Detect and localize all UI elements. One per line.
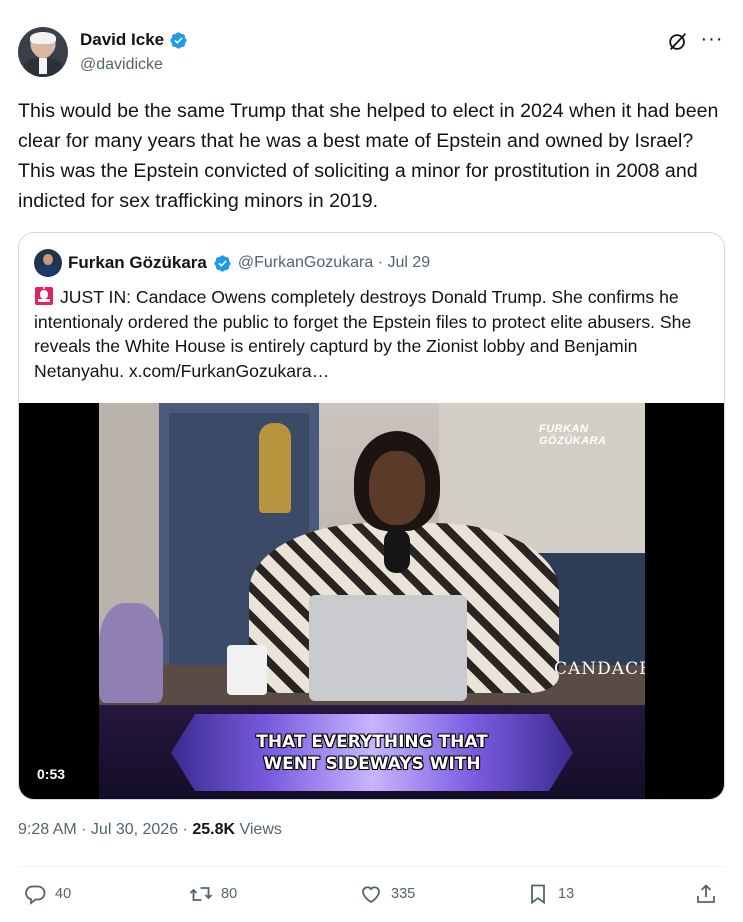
bookmark-icon (531, 884, 545, 905)
quote-text: JUST IN: Candace Owens completely destro… (34, 287, 692, 381)
author-avatar[interactable] (18, 27, 68, 77)
caption-line-1: THAT EVERYTHING THAT (256, 731, 488, 752)
quoted-tweet[interactable]: Furkan Gözükara @FurkanGozukara · Jul 29… (18, 232, 725, 800)
bookmark-count: 13 (558, 886, 575, 902)
tweet-header: David Icke @davidicke ··· (18, 27, 725, 79)
author-handle[interactable]: @davidicke (80, 56, 163, 74)
mug-decor (227, 645, 267, 695)
video-watermark: FURKAN GÖZÜKARA (539, 423, 607, 447)
verified-badge-icon (214, 254, 231, 272)
tweet-text: This would be the same Trump that she he… (18, 100, 719, 212)
bookmark-button[interactable]: 13 (526, 882, 574, 906)
like-icon (362, 886, 380, 904)
laptop-decor (309, 595, 467, 701)
microphone-decor (384, 529, 410, 573)
plant-decor (99, 603, 163, 703)
action-bar: 40 80 335 13 (18, 880, 725, 914)
clock-decor (259, 423, 291, 513)
views-count[interactable]: 25.8K (192, 821, 235, 838)
verified-badge-icon (170, 31, 187, 49)
reply-button[interactable]: 40 (23, 882, 71, 906)
share-icon (697, 884, 715, 903)
author-name-row: David Icke (80, 30, 188, 50)
siren-icon (35, 287, 53, 305)
reply-icon (25, 885, 46, 905)
video-caption-banner: THAT EVERYTHING THAT WENT SIDEWAYS WITH (171, 714, 573, 791)
timestamp[interactable]: 9:28 AM · Jul 30, 2026 · (18, 821, 192, 838)
divider (18, 866, 725, 867)
video-player[interactable]: FURKAN GÖZÜKARA CANDACE THAT EVERYTHING … (19, 403, 724, 799)
repost-count: 80 (221, 886, 238, 902)
caption-line-2: WENT SIDEWAYS WITH (263, 753, 481, 774)
quote-author-avatar (34, 249, 62, 277)
like-button[interactable]: 335 (359, 882, 415, 906)
more-icon[interactable]: ··· (699, 29, 725, 53)
author-display-name[interactable]: David Icke (80, 30, 164, 50)
repost-icon (189, 887, 213, 901)
like-count: 335 (391, 886, 416, 902)
views-label: Views (235, 821, 282, 838)
reply-count: 40 (55, 886, 72, 902)
quote-text-block: JUST IN: Candace Owens completely destro… (34, 285, 709, 383)
quote-handle-date: @FurkanGozukara · Jul 29 (237, 254, 431, 271)
quote-header: Furkan Gözükara @FurkanGozukara · Jul 29 (34, 249, 430, 277)
tweet-meta: 9:28 AM · Jul 30, 2026 · 25.8K Views (18, 821, 282, 839)
quote-author-name: Furkan Gözükara (68, 253, 207, 272)
video-brand-logo: CANDACE (554, 659, 645, 679)
share-button[interactable] (694, 882, 718, 906)
grok-icon[interactable] (667, 31, 689, 53)
repost-button[interactable]: 80 (189, 882, 237, 906)
video-duration: 0:53 (31, 764, 72, 784)
